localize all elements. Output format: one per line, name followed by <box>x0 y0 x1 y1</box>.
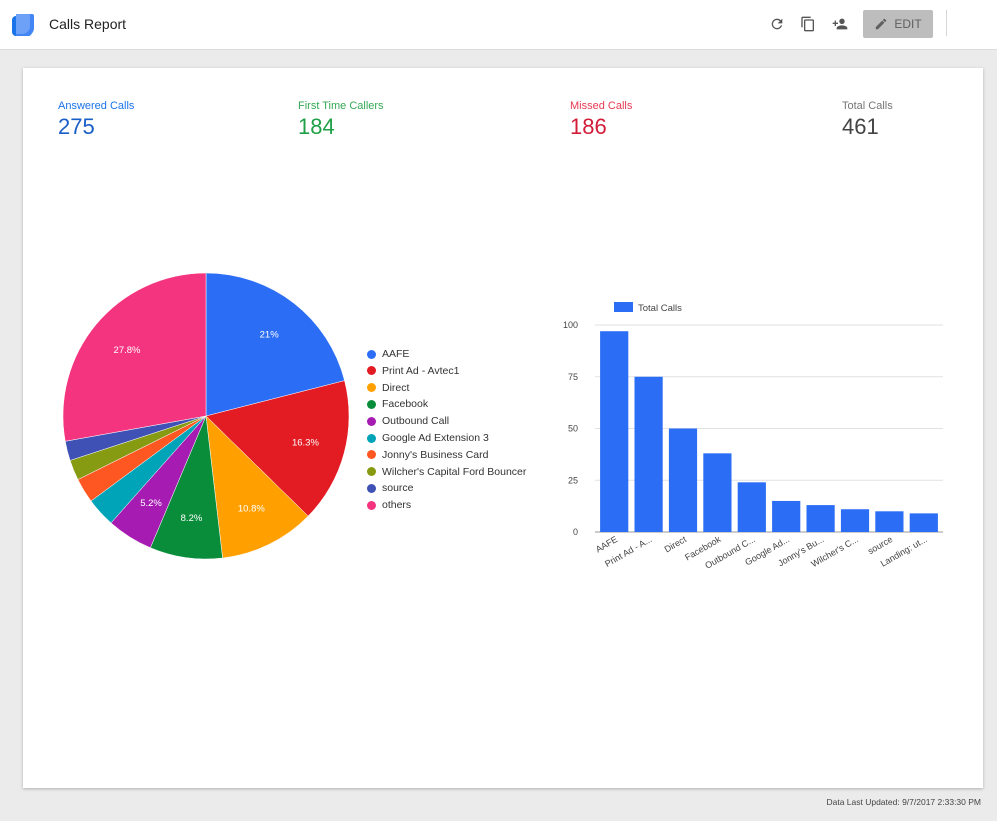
legend-swatch <box>367 467 376 477</box>
legend-label: others <box>382 499 412 512</box>
copy-button[interactable] <box>797 13 819 35</box>
toolbar-divider <box>946 10 947 36</box>
metric-first-time-callers: First Time Callers 184 <box>298 100 384 140</box>
metric-value: 186 <box>570 114 607 139</box>
legend-label: Google Ad Extension 3 <box>382 432 489 444</box>
pie-data-label: 8.2% <box>181 513 203 524</box>
legend-label: Print Ad - Avtec1 <box>382 364 460 377</box>
legend-item[interactable]: Facebook <box>367 397 428 411</box>
pie-data-label: 21% <box>260 330 280 341</box>
top-bar: Calls Report EDIT <box>0 0 997 50</box>
edit-button[interactable]: EDIT <box>863 10 933 38</box>
report-canvas: Answered Calls 275 First Time Callers 18… <box>23 68 983 788</box>
legend-label: Facebook <box>382 398 429 411</box>
legend-label: Wilcher's Capital Ford Bouncer <box>382 465 527 478</box>
pie-slice-others[interactable] <box>62 273 207 442</box>
legend-swatch <box>367 416 376 426</box>
bar-outbound-c-[interactable] <box>737 482 766 532</box>
legend-item[interactable]: source <box>367 481 414 495</box>
y-tick-label: 75 <box>568 372 578 382</box>
legend-swatch <box>367 483 376 493</box>
edit-button-label: EDIT <box>894 17 922 31</box>
app-logo-icon <box>12 14 34 36</box>
legend-item[interactable]: Jonny's Business Card <box>367 448 488 462</box>
legend-item[interactable]: Outbound Call <box>367 414 449 428</box>
legend-label: AAFE <box>382 348 410 360</box>
bar-legend-label: Total Calls <box>638 303 682 314</box>
pencil-icon <box>876 18 887 30</box>
bar-google-ad-[interactable] <box>772 500 801 532</box>
legend-swatch <box>367 366 376 376</box>
legend-item[interactable]: Direct <box>367 381 409 395</box>
y-tick-label: 50 <box>568 424 578 434</box>
legend-swatch <box>367 399 376 409</box>
data-last-updated: Data Last Updated: 9/7/2017 2:33:30 PM <box>826 797 981 807</box>
legend-label: Direct <box>382 381 410 394</box>
metric-label: First Time Callers <box>298 100 384 112</box>
refresh-button[interactable] <box>766 13 788 35</box>
bar-source[interactable] <box>875 511 904 532</box>
metric-missed-calls: Missed Calls 186 <box>570 100 632 140</box>
legend-item[interactable]: Wilcher's Capital Ford Bouncer <box>367 465 526 479</box>
metric-value: 461 <box>842 114 879 139</box>
bar-facebook[interactable] <box>703 453 732 532</box>
metric-label: Total Calls <box>842 100 893 112</box>
metric-total-calls: Total Calls 461 <box>842 100 893 140</box>
y-tick-label: 0 <box>573 527 578 537</box>
y-tick-label: 25 <box>568 475 578 485</box>
bar-jonny-s-bu-[interactable] <box>806 505 835 532</box>
legend-label: Outbound Call <box>382 415 450 428</box>
legend-swatch <box>367 450 376 460</box>
legend-swatch <box>367 433 376 443</box>
x-tick-label: AAFE <box>594 534 619 554</box>
y-tick-label: 100 <box>563 320 578 330</box>
refresh-icon <box>771 18 783 30</box>
bar-print-ad-a-[interactable] <box>634 376 663 532</box>
pie-data-label: 10.8% <box>238 503 265 514</box>
legend-label: source <box>382 482 414 495</box>
legend-item[interactable]: Google Ad Extension 3 <box>367 431 489 445</box>
pie-chart[interactable]: 21% 16.3% 10.8% 8.2% 5.2% 27.8% <box>53 273 383 583</box>
bar-legend-swatch <box>614 302 633 312</box>
metric-answered-calls: Answered Calls 275 <box>58 100 134 140</box>
bar-aafe[interactable] <box>600 331 629 532</box>
bar-wilcher-s-c-[interactable] <box>840 509 870 532</box>
metric-value: 275 <box>58 114 95 139</box>
share-button[interactable] <box>829 13 851 35</box>
legend-item[interactable]: others <box>367 498 411 512</box>
x-tick-label: Direct <box>663 534 689 555</box>
pie-data-label: 5.2% <box>140 498 162 509</box>
legend-item[interactable]: Print Ad - Avtec1 <box>367 364 459 378</box>
copy-icon <box>801 16 814 32</box>
metric-value: 184 <box>298 114 335 139</box>
legend-label: Jonny's Business Card <box>382 448 489 461</box>
legend-swatch <box>367 500 376 510</box>
legend-item[interactable]: AAFE <box>367 347 409 361</box>
legend-swatch <box>367 349 376 359</box>
metric-label: Missed Calls <box>570 100 633 112</box>
report-title: Calls Report <box>49 16 127 32</box>
bar-chart[interactable]: Total Calls0255075100AAFEPrint Ad - A...… <box>558 293 948 583</box>
add-person-icon <box>832 18 848 30</box>
pie-data-label: 16.3% <box>292 438 319 449</box>
metric-label: Answered Calls <box>58 100 135 112</box>
pie-data-label: 27.8% <box>114 345 141 356</box>
bar-direct[interactable] <box>668 428 698 533</box>
legend-swatch <box>367 383 376 393</box>
bar-landing-ut-[interactable] <box>909 513 938 532</box>
